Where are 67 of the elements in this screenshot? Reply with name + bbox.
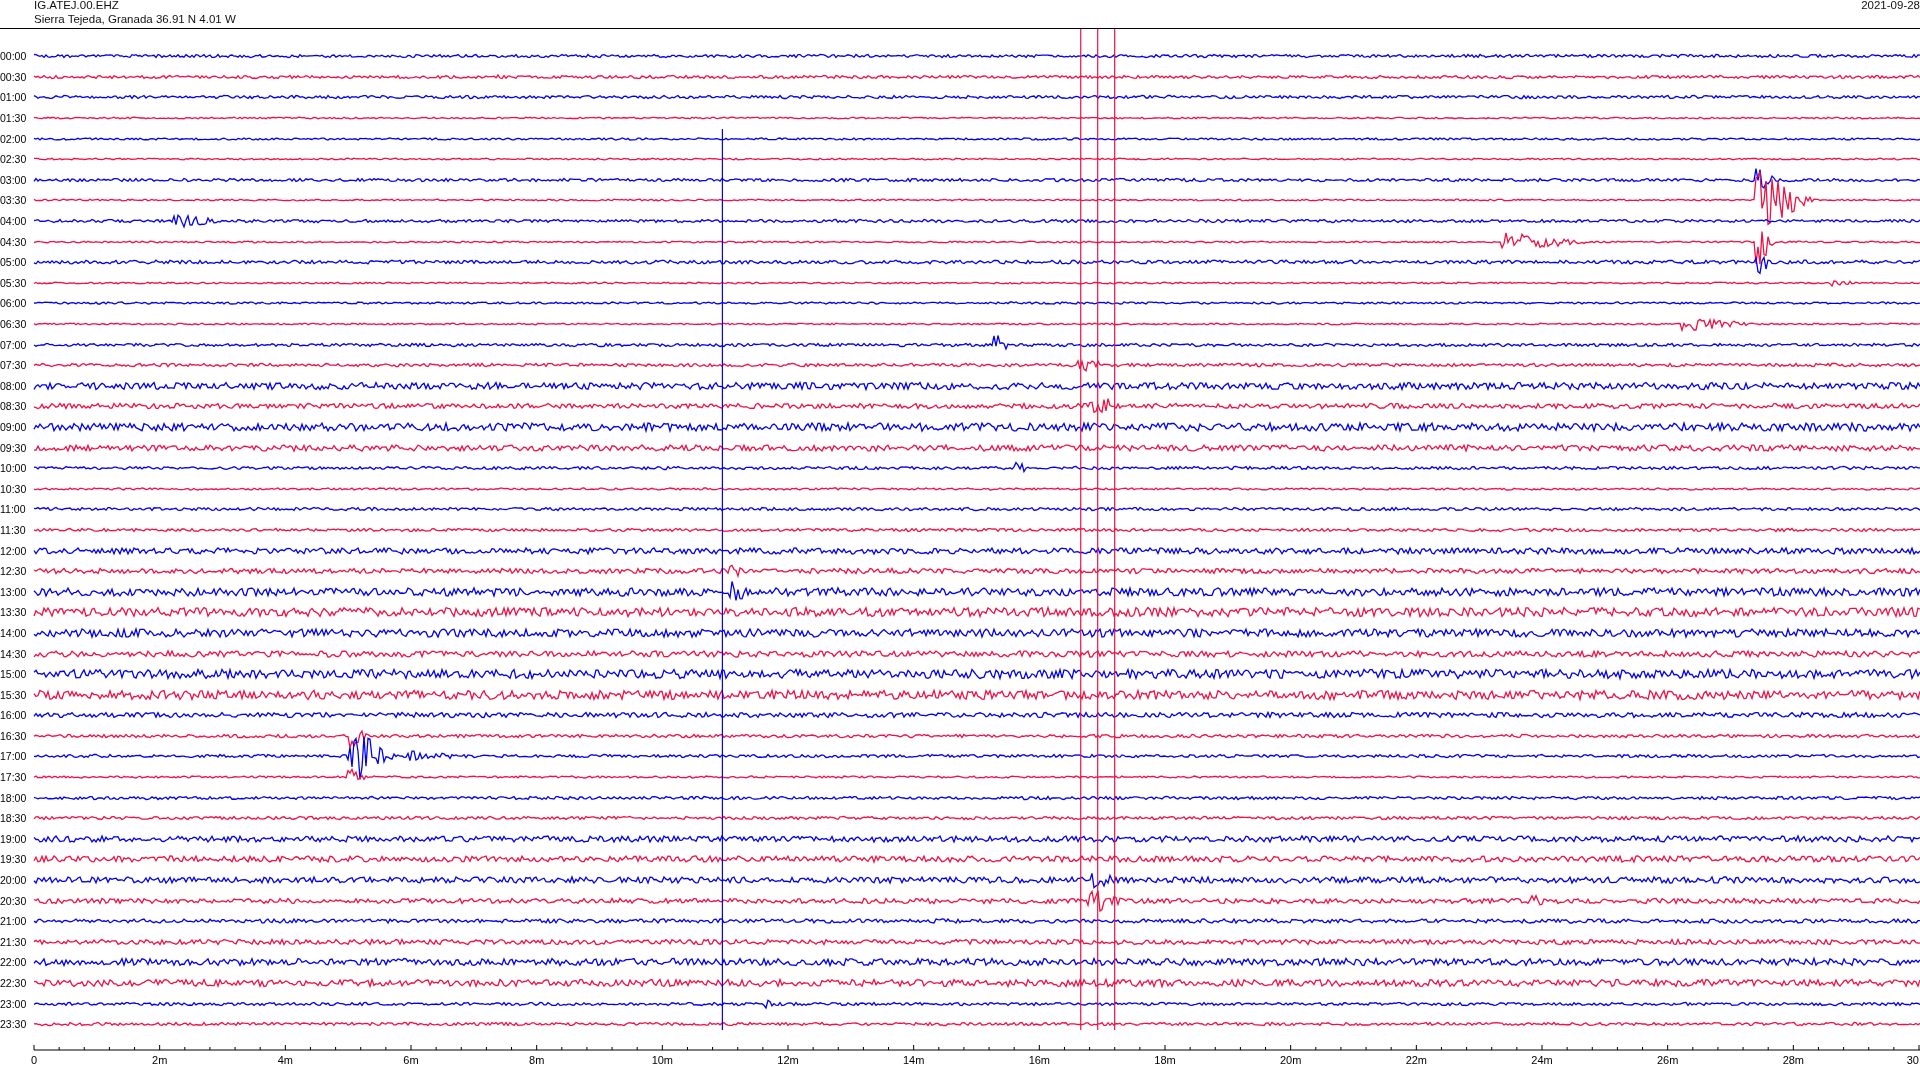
axis-tick-label: 20m	[1279, 1054, 1302, 1066]
axis-tick-label: 14m	[902, 1054, 925, 1066]
time-label: 17:00	[0, 750, 28, 763]
time-label: 20:30	[0, 894, 28, 907]
time-label: 09:00	[0, 421, 28, 433]
time-label: 18:00	[0, 791, 28, 804]
time-label: 15:00	[0, 668, 28, 681]
time-label: 11:00	[0, 503, 27, 516]
time-label: 19:00	[0, 832, 28, 845]
time-label: 10:30	[0, 482, 28, 495]
date-label: 2021-09-28	[1861, 0, 1920, 13]
time-label: 03:00	[0, 173, 28, 186]
time-label: 14:30	[0, 647, 28, 660]
time-label: 19:30	[0, 853, 28, 866]
axis-tick-label: 22m	[1405, 1054, 1428, 1066]
time-label: 05:00	[0, 256, 28, 269]
time-label: 20:00	[0, 874, 28, 887]
time-label: 13:30	[0, 606, 28, 619]
time-label: 01:30	[0, 112, 28, 125]
time-label: 13:00	[0, 585, 28, 598]
axis-tick-label: 24m	[1531, 1054, 1553, 1066]
time-label: 16:00	[0, 709, 28, 722]
time-label: 06:00	[0, 297, 28, 310]
time-label: 07:30	[0, 359, 28, 372]
axis-tick-label: 26m	[1656, 1054, 1679, 1066]
time-label: 21:00	[0, 915, 28, 928]
time-label: 12:00	[0, 544, 28, 557]
time-label: 21:30	[0, 935, 28, 948]
time-label: 04:00	[0, 215, 28, 228]
axis-tick-label: 12m	[777, 1054, 799, 1066]
axis-tick-label: 6m	[403, 1054, 419, 1066]
axis-tick-label: 10m	[651, 1054, 674, 1066]
station-location: Sierra Tejeda, Granada 36.91 N 4.01 W	[34, 12, 236, 26]
time-label: 17:30	[0, 771, 28, 784]
time-label: 02:00	[0, 132, 28, 145]
time-label: 22:30	[0, 977, 28, 989]
axis-tick-label: 16m	[1028, 1054, 1051, 1066]
time-label: 16:30	[0, 729, 28, 742]
time-label: 04:30	[0, 235, 28, 248]
time-label: 23:00	[0, 997, 28, 1010]
time-label: 10:00	[0, 462, 28, 475]
time-label: 23:30	[0, 1018, 28, 1031]
time-label: 05:30	[0, 276, 28, 289]
axis-tick-label: 30	[1906, 1054, 1919, 1066]
time-label: 00:30	[0, 70, 28, 83]
time-label: 08:30	[0, 400, 28, 413]
time-label: 06:30	[0, 318, 28, 330]
time-label: 11:30	[0, 523, 27, 536]
time-label: 09:30	[0, 441, 28, 454]
axis-tick-label: 8m	[529, 1054, 545, 1066]
time-label: 12:30	[0, 565, 28, 578]
time-label: 22:00	[0, 956, 28, 969]
axis-tick-label: 28m	[1782, 1054, 1805, 1066]
time-label: 15:30	[0, 688, 28, 701]
axis-tick-label: 0	[30, 1054, 38, 1066]
time-label: 00:00	[0, 50, 28, 63]
time-label: 18:30	[0, 812, 28, 825]
time-label: 07:00	[0, 338, 28, 351]
axis-tick-label: 2m	[152, 1054, 168, 1066]
axis-tick-label: 4m	[277, 1054, 293, 1066]
time-label: 01:00	[0, 91, 28, 104]
time-label: 14:00	[0, 626, 28, 639]
station-code: IG.ATEJ.00.EHZ	[34, 0, 120, 12]
time-label: 03:30	[0, 194, 28, 207]
time-label: 08:00	[0, 379, 28, 392]
axis-tick-label: 18m	[1154, 1054, 1176, 1066]
time-label: 02:30	[0, 153, 28, 166]
